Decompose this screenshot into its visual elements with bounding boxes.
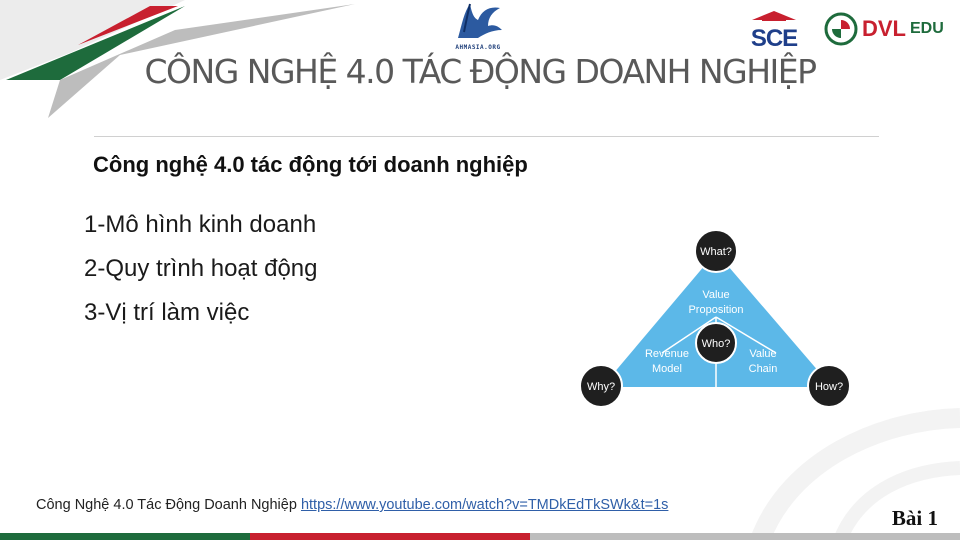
dvl-emblem-icon — [824, 12, 858, 46]
sce-logo: SCE — [746, 8, 802, 51]
node-who: Who? — [695, 322, 737, 364]
node-what: What? — [694, 229, 738, 273]
slide-title: CÔNG NGHỆ 4.0 TÁC ĐỘNG DOANH NGHIỆP — [144, 52, 818, 91]
title-divider — [94, 136, 879, 137]
region-revenue-model-line2: Model — [652, 363, 682, 375]
business-model-diagram: Value Proposition Revenue Model Value Ch… — [579, 229, 851, 408]
bullet-item: 3-Vị trí làm việc — [84, 299, 250, 326]
region-revenue-model-line1: Revenue — [645, 348, 689, 360]
bullet-item: 2-Quy trình hoạt động — [84, 255, 318, 282]
svg-text:How?: How? — [815, 381, 843, 393]
region-value-proposition-line1: Value — [702, 289, 729, 301]
edu-text: EDU — [910, 20, 944, 37]
svg-text:Why?: Why? — [587, 381, 615, 393]
lesson-label: Bài 1 — [891, 506, 938, 530]
footer: Công Nghệ 4.0 Tác Động Doanh Nghiệp http… — [36, 497, 668, 513]
eagle-icon — [458, 3, 502, 38]
ahmasia-caption: AHMASIA.ORG — [455, 44, 501, 51]
region-value-proposition-line2: Proposition — [688, 304, 743, 316]
bottom-bar — [0, 533, 960, 540]
slide: AHMASIA.ORG SCE DVL EDU CÔNG NGHỆ 4.0 TÁ… — [0, 0, 960, 540]
slide-subtitle: Công nghệ 4.0 tác động tới doanh nghiệp — [93, 152, 528, 177]
dvl-text: DVL — [862, 16, 906, 41]
bullet-list: 1-Mô hình kinh doanh 2-Quy trình hoạt độ… — [84, 208, 317, 340]
ahmasia-logo: AHMASIA.ORG — [448, 0, 508, 51]
svg-text:What?: What? — [700, 246, 732, 258]
footer-text: Công Nghệ 4.0 Tác Động Doanh Nghiệp — [36, 497, 297, 513]
dvl-edu-logo: DVL EDU — [824, 12, 954, 46]
svg-text:Who?: Who? — [702, 338, 731, 350]
youtube-link[interactable]: https://www.youtube.com/watch?v=TMDkEdTk… — [301, 497, 668, 513]
temple-icon — [752, 11, 796, 21]
sce-text: SCE — [750, 25, 798, 52]
region-value-chain-line1: Value — [749, 348, 776, 360]
bullet-item: 1-Mô hình kinh doanh — [84, 211, 317, 238]
region-value-chain-line2: Chain — [749, 363, 778, 375]
node-why: Why? — [579, 364, 623, 408]
